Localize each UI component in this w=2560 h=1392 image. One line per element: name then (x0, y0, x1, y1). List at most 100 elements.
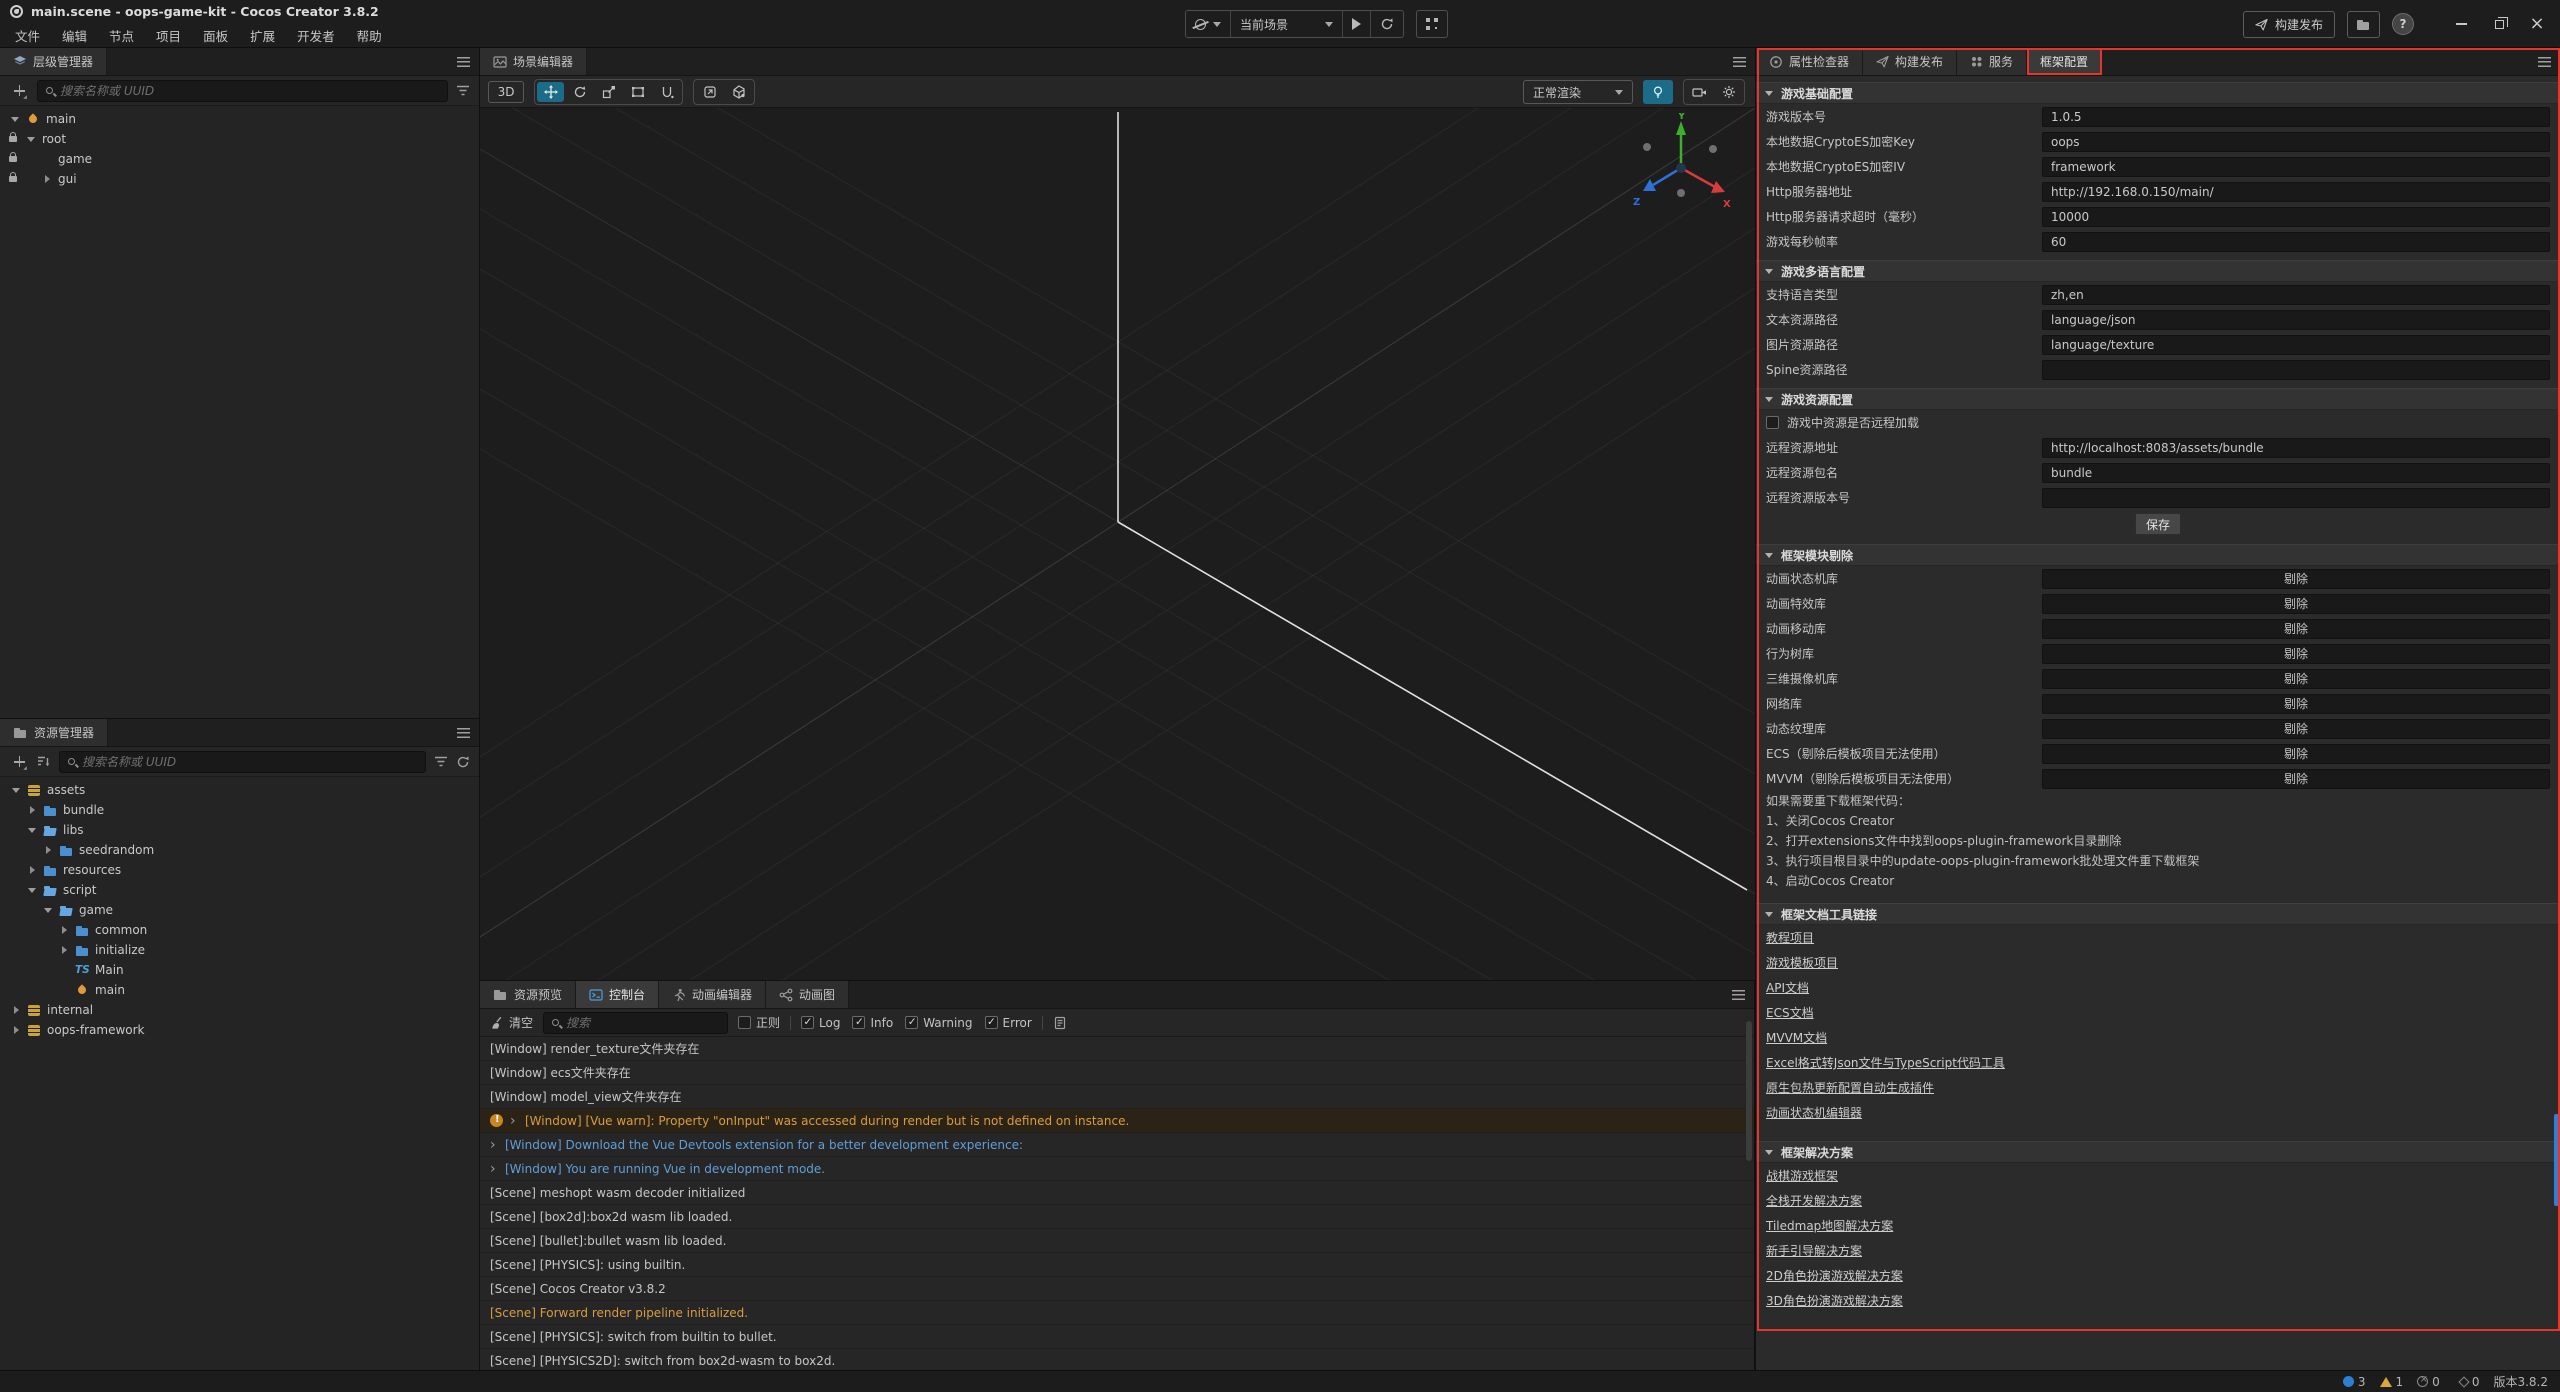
log-file-icon[interactable] (1053, 1016, 1067, 1030)
chevron-icon[interactable] (27, 885, 38, 896)
section-module-remove[interactable]: 框架模块剔除 (1756, 544, 2560, 566)
tree-row[interactable]: resources (0, 860, 479, 880)
status-log-count[interactable]: 3 (2343, 1375, 2366, 1389)
field-input[interactable] (2042, 360, 2550, 380)
assets-search[interactable] (59, 751, 426, 773)
expand-chevron-icon[interactable] (490, 1161, 498, 1177)
tree-row[interactable]: game (0, 900, 479, 920)
filter-icon[interactable] (434, 755, 448, 768)
save-button[interactable]: 保存 (2135, 513, 2181, 535)
doc-link[interactable]: 教程项目 (1766, 929, 1814, 946)
section-resource-config[interactable]: 游戏资源配置 (1756, 388, 2560, 410)
chevron-icon[interactable] (27, 825, 38, 836)
chevron-icon[interactable] (10, 114, 21, 125)
log-row[interactable]: [Scene] [bullet]:bullet wasm lib loaded. (480, 1229, 1754, 1253)
platform-selector[interactable] (1186, 11, 1231, 37)
section-basic-config[interactable]: 游戏基础配置 (1756, 82, 2560, 104)
console-scrollbar[interactable] (1746, 1021, 1752, 1161)
tree-row[interactable]: main (0, 980, 479, 1000)
restart-button[interactable] (1371, 11, 1403, 37)
tab-animation-editor[interactable]: 动画编辑器 (659, 981, 766, 1008)
scale-tool-button[interactable] (595, 82, 622, 102)
field-input[interactable]: framework (2042, 157, 2550, 177)
tree-row[interactable]: script (0, 880, 479, 900)
panel-menu-icon[interactable] (2538, 57, 2551, 67)
preview-qr-button[interactable] (1416, 10, 1448, 38)
expand-chevron-icon[interactable] (490, 1137, 498, 1153)
menu-item[interactable]: 节点 (98, 26, 145, 45)
refresh-icon[interactable] (456, 755, 470, 769)
log-row[interactable]: [Scene] [box2d]:box2d wasm lib loaded. (480, 1205, 1754, 1229)
field-input[interactable]: 60 (2042, 232, 2550, 252)
3d-toggle-button[interactable]: 3D (488, 81, 524, 103)
field-input[interactable]: 1.0.5 (2042, 107, 2550, 127)
tree-row[interactable]: libs (0, 820, 479, 840)
solution-link[interactable]: Tiledmap地图解决方案 (1766, 1217, 1893, 1234)
field-input[interactable]: language/texture (2042, 335, 2550, 355)
doc-link[interactable]: ECS文档 (1766, 1004, 1814, 1021)
play-button[interactable] (1343, 11, 1371, 37)
scene-viewport[interactable]: Y X Z (480, 108, 1755, 980)
camera-button[interactable] (1686, 82, 1713, 102)
coordinate-toggle-button[interactable] (725, 82, 752, 102)
tree-row[interactable]: common (0, 920, 479, 940)
doc-link[interactable]: 动画状态机编辑器 (1766, 1104, 1862, 1121)
axis-gizmo[interactable]: Y X Z (1631, 113, 1731, 213)
tree-row[interactable]: bundle (0, 800, 479, 820)
solution-link[interactable]: 2D角色扮演游戏解决方案 (1766, 1267, 1903, 1284)
remove-module-button[interactable]: 剔除 (2042, 744, 2550, 764)
tree-row[interactable]: assets (0, 780, 479, 800)
field-input[interactable]: bundle (2042, 463, 2550, 483)
lighting-toggle-button[interactable] (1643, 80, 1673, 104)
expand-chevron-icon[interactable] (510, 1113, 518, 1129)
help-button[interactable] (2392, 13, 2414, 35)
tab-services[interactable]: 服务 (1957, 48, 2027, 75)
tab-assets[interactable]: 资源管理器 (0, 719, 108, 746)
solution-link[interactable]: 战棋游戏框架 (1766, 1167, 1838, 1184)
create-asset-button[interactable] (9, 752, 29, 772)
tab-build-publish[interactable]: 构建发布 (1863, 48, 1957, 75)
panel-menu-icon[interactable] (1732, 990, 1745, 1000)
status-error-count[interactable]: 0 (2417, 1375, 2440, 1389)
tree-row[interactable]: game (0, 149, 479, 169)
remove-module-button[interactable]: 剔除 (2042, 644, 2550, 664)
console-search[interactable] (543, 1012, 728, 1034)
render-mode-select[interactable]: 正常渲染 (1523, 80, 1633, 104)
log-row[interactable]: [Window] ecs文件夹存在 (480, 1061, 1754, 1085)
hierarchy-search[interactable] (37, 80, 448, 102)
log-filter-checkbox[interactable]: Log (801, 1016, 840, 1030)
chevron-icon[interactable] (59, 925, 70, 936)
tree-row[interactable]: initialize (0, 940, 479, 960)
tree-row[interactable]: oops-framework (0, 1020, 479, 1040)
menu-item[interactable]: 扩展 (239, 26, 286, 45)
filter-icon[interactable] (456, 84, 470, 97)
solution-link[interactable]: 3D角色扮演游戏解决方案 (1766, 1292, 1903, 1309)
solution-link[interactable]: 全栈开发解决方案 (1766, 1192, 1862, 1209)
console-search-input[interactable] (566, 1016, 719, 1030)
close-button[interactable] (2524, 11, 2550, 37)
remove-module-button[interactable]: 剔除 (2042, 669, 2550, 689)
remove-module-button[interactable]: 剔除 (2042, 769, 2550, 789)
panel-menu-icon[interactable] (457, 728, 470, 738)
chevron-icon[interactable] (43, 905, 54, 916)
remove-module-button[interactable]: 剔除 (2042, 719, 2550, 739)
remove-module-button[interactable]: 剔除 (2042, 694, 2550, 714)
log-row[interactable]: [Window] model_view文件夹存在 (480, 1085, 1754, 1109)
field-input[interactable]: http://192.168.0.150/main/ (2042, 182, 2550, 202)
remove-module-button[interactable]: 剔除 (2042, 594, 2550, 614)
sort-icon[interactable] (37, 755, 51, 768)
tab-console[interactable]: 控制台 (576, 981, 659, 1008)
tree-row[interactable]: internal (0, 1000, 479, 1020)
log-row[interactable]: [Scene] Cocos Creator v3.8.2 (480, 1277, 1754, 1301)
tree-row[interactable]: root (0, 129, 479, 149)
solution-link[interactable]: 新手引导解决方案 (1766, 1242, 1862, 1259)
tree-row[interactable]: seedrandom (0, 840, 479, 860)
menu-item[interactable]: 项目 (145, 26, 192, 45)
chevron-icon[interactable] (27, 805, 38, 816)
tree-row[interactable]: main (0, 109, 479, 129)
tab-framework-config[interactable]: 框架配置 (2027, 48, 2102, 75)
log-filter-checkbox[interactable]: Info (852, 1016, 893, 1030)
inspector-scrollbar[interactable] (2554, 1114, 2559, 1206)
doc-link[interactable]: API文档 (1766, 979, 1809, 996)
tab-asset-preview[interactable]: 资源预览 (480, 981, 576, 1008)
